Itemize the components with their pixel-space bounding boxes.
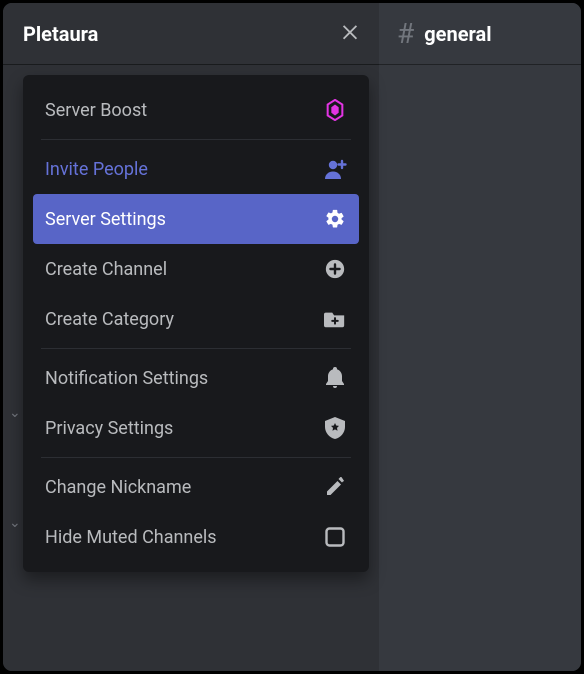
boost-icon [323, 98, 347, 122]
menu-label: Server Boost [45, 100, 147, 121]
menu-label: Notification Settings [45, 368, 208, 389]
menu-label: Invite People [45, 159, 148, 180]
menu-item-hide-muted-channels[interactable]: Hide Muted Channels [33, 512, 359, 562]
bell-icon [323, 366, 347, 390]
chat-area [379, 65, 581, 671]
top-bar: Pletaura # general [3, 3, 581, 65]
hash-icon: # [397, 17, 414, 50]
menu-divider [41, 457, 351, 458]
invite-people-icon [323, 157, 347, 181]
menu-item-invite-people[interactable]: Invite People [33, 144, 359, 194]
menu-item-server-settings[interactable]: Server Settings [33, 194, 359, 244]
pencil-icon [323, 475, 347, 499]
shield-icon [323, 416, 347, 440]
menu-label: Create Channel [45, 259, 167, 280]
menu-label: Create Category [45, 309, 174, 330]
menu-label: Change Nickname [45, 477, 191, 498]
server-header[interactable]: Pletaura [3, 3, 379, 64]
folder-plus-icon [323, 307, 347, 331]
server-name: Pletaura [23, 22, 98, 46]
sidebar: ⌄ ⌄ Server Boost Invite People [3, 65, 379, 671]
gear-icon [323, 207, 347, 231]
menu-item-notification-settings[interactable]: Notification Settings [33, 353, 359, 403]
server-dropdown-menu: Server Boost Invite People Server Settin… [23, 75, 369, 572]
chevron-down-icon[interactable]: ⌄ [9, 405, 21, 421]
channel-header: # general [379, 3, 581, 64]
menu-item-server-boost[interactable]: Server Boost [33, 85, 359, 135]
chevron-down-icon[interactable]: ⌄ [9, 515, 21, 531]
plus-circle-icon [323, 257, 347, 281]
menu-label: Privacy Settings [45, 418, 173, 439]
channel-name: general [424, 22, 491, 46]
menu-label: Hide Muted Channels [45, 527, 217, 548]
menu-item-create-category[interactable]: Create Category [33, 294, 359, 344]
menu-item-change-nickname[interactable]: Change Nickname [33, 462, 359, 512]
body-area: ⌄ ⌄ Server Boost Invite People [3, 65, 581, 671]
app-frame: Pletaura # general ⌄ ⌄ Server Boost [0, 0, 584, 674]
menu-divider [41, 139, 351, 140]
close-icon[interactable] [339, 20, 361, 47]
menu-label: Server Settings [45, 209, 166, 230]
checkbox-icon [323, 525, 347, 549]
menu-divider [41, 348, 351, 349]
menu-item-create-channel[interactable]: Create Channel [33, 244, 359, 294]
menu-item-privacy-settings[interactable]: Privacy Settings [33, 403, 359, 453]
